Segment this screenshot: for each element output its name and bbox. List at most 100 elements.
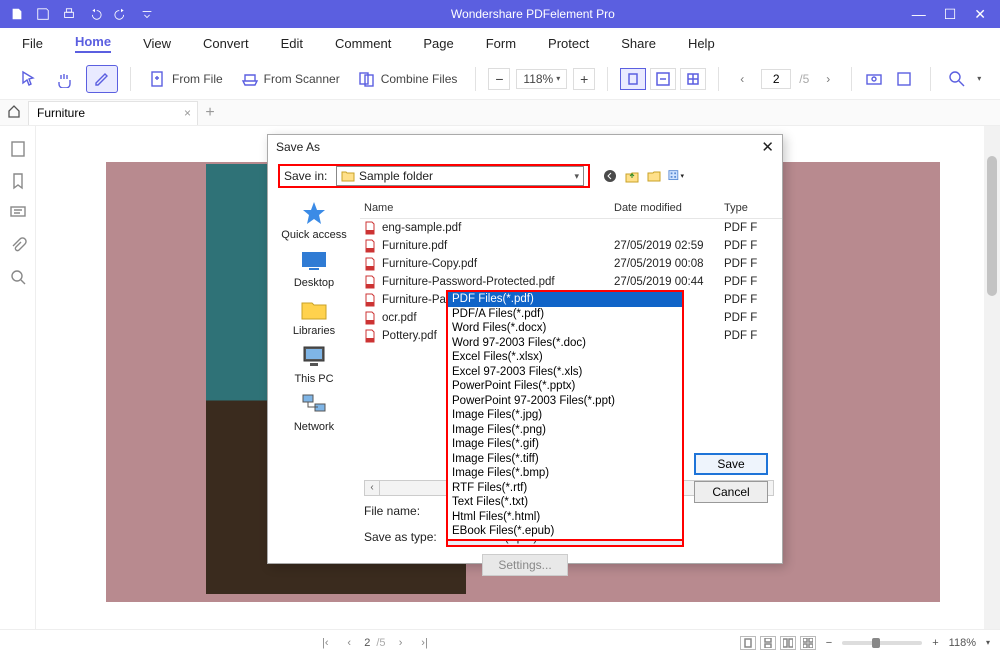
status-zoom-dropdown-icon[interactable]: ▾ <box>986 638 990 647</box>
comments-icon[interactable] <box>9 204 27 222</box>
minimize-button[interactable]: — <box>912 7 926 21</box>
document-tab[interactable]: Furniture × <box>28 101 198 125</box>
vertical-scrollbar[interactable] <box>984 126 1000 629</box>
tab-home-icon[interactable] <box>0 104 28 121</box>
settings-button[interactable]: Settings... <box>482 554 568 576</box>
save-as-type-dropdown[interactable]: PDF Files(*.pdf)PDF/A Files(*.pdf)Word F… <box>446 290 684 541</box>
menu-home[interactable]: Home <box>75 34 111 53</box>
nav-back-icon[interactable] <box>602 168 618 184</box>
col-name[interactable]: Name <box>364 202 614 214</box>
search-panel-icon[interactable] <box>9 268 27 286</box>
bookmarks-icon[interactable] <box>9 172 27 190</box>
type-option[interactable]: Image Files(*.png) <box>448 423 682 438</box>
hscroll-left[interactable]: ‹ <box>364 480 380 496</box>
type-option[interactable]: PDF Files(*.pdf) <box>448 292 682 307</box>
type-option[interactable]: PowerPoint Files(*.pptx) <box>448 379 682 394</box>
status-zoom-minus[interactable]: − <box>826 637 832 649</box>
type-option[interactable]: PDF/A Files(*.pdf) <box>448 307 682 322</box>
menu-form[interactable]: Form <box>486 36 516 51</box>
actual-size-button[interactable] <box>680 68 706 90</box>
place-this-pc[interactable]: This PC <box>294 343 333 385</box>
menu-view[interactable]: View <box>143 36 171 51</box>
type-option[interactable]: Excel Files(*.xlsx) <box>448 350 682 365</box>
type-option[interactable]: Image Files(*.bmp) <box>448 466 682 481</box>
undo-icon[interactable] <box>88 7 102 21</box>
hand-tool[interactable] <box>50 66 80 92</box>
zoom-out-button[interactable]: − <box>488 68 510 90</box>
nav-view-menu-icon[interactable]: ▾ <box>668 168 684 184</box>
col-type[interactable]: Type <box>724 202 782 214</box>
redo-icon[interactable] <box>114 7 128 21</box>
savein-combo[interactable]: Sample folder ▾ <box>336 166 584 186</box>
single-page-layout[interactable] <box>740 636 756 650</box>
type-option[interactable]: Image Files(*.tiff) <box>448 452 682 467</box>
thumbnails-icon[interactable] <box>9 140 27 158</box>
search-icon[interactable] <box>947 69 967 89</box>
place-network[interactable]: Network <box>294 391 334 433</box>
screenshot-icon[interactable] <box>864 69 884 89</box>
fit-page-button[interactable] <box>620 68 646 90</box>
dialog-close-icon[interactable]: ✕ <box>761 138 774 156</box>
menu-edit[interactable]: Edit <box>281 36 303 51</box>
read-mode-icon[interactable] <box>894 69 914 89</box>
first-page-button[interactable]: |‹ <box>316 637 334 649</box>
from-scanner-button[interactable]: From Scanner <box>235 66 346 92</box>
type-option[interactable]: Text Files(*.txt) <box>448 495 682 510</box>
cancel-button[interactable]: Cancel <box>694 481 768 503</box>
print-icon[interactable] <box>62 7 76 21</box>
place-quick-access[interactable]: Quick access <box>281 199 346 241</box>
page-input[interactable] <box>761 69 791 89</box>
type-option[interactable]: Word Files(*.docx) <box>448 321 682 336</box>
two-page-continuous[interactable] <box>800 636 816 650</box>
nav-new-folder-icon[interactable] <box>646 168 662 184</box>
type-option[interactable]: PowerPoint 97-2003 Files(*.ppt) <box>448 394 682 409</box>
select-tool[interactable] <box>14 66 44 92</box>
menu-comment[interactable]: Comment <box>335 36 391 51</box>
maximize-button[interactable]: ☐ <box>944 7 957 21</box>
place-libraries[interactable]: Libraries <box>293 295 335 337</box>
type-option[interactable]: Word 97-2003 Files(*.doc) <box>448 336 682 351</box>
menu-page[interactable]: Page <box>423 36 453 51</box>
menu-help[interactable]: Help <box>688 36 715 51</box>
menu-convert[interactable]: Convert <box>203 36 249 51</box>
close-button[interactable]: ✕ <box>974 7 986 21</box>
tab-close-icon[interactable]: × <box>184 106 191 120</box>
save-icon[interactable] <box>36 7 50 21</box>
file-row[interactable]: Furniture-Copy.pdf27/05/2019 00:08PDF F <box>360 255 782 273</box>
file-row[interactable]: Furniture.pdf27/05/2019 02:59PDF F <box>360 237 782 255</box>
type-option[interactable]: Image Files(*.jpg) <box>448 408 682 423</box>
file-row[interactable]: Furniture-Password-Protected.pdf27/05/20… <box>360 273 782 291</box>
continuous-layout[interactable] <box>760 636 776 650</box>
next-page-button[interactable]: › <box>817 72 839 86</box>
nav-up-icon[interactable] <box>624 168 640 184</box>
attachments-icon[interactable] <box>9 236 27 254</box>
save-button[interactable]: Save <box>694 453 768 475</box>
fit-width-button[interactable] <box>650 68 676 90</box>
place-desktop[interactable]: Desktop <box>294 247 334 289</box>
zoom-in-button[interactable]: + <box>573 68 595 90</box>
next-page-button-status[interactable]: › <box>392 637 410 649</box>
from-file-button[interactable]: From File <box>143 66 229 92</box>
type-option[interactable]: Html Files(*.html) <box>448 510 682 525</box>
last-page-button[interactable]: ›| <box>416 637 434 649</box>
scrollbar-thumb[interactable] <box>987 156 997 296</box>
col-date[interactable]: Date modified <box>614 202 724 214</box>
type-option[interactable]: EBook Files(*.epub) <box>448 524 682 539</box>
menu-file[interactable]: File <box>22 36 43 51</box>
file-row[interactable]: eng-sample.pdfPDF F <box>360 219 782 237</box>
search-dropdown-icon[interactable]: ▾ <box>977 74 981 83</box>
menu-share[interactable]: Share <box>621 36 656 51</box>
qat-dropdown-icon[interactable] <box>140 7 154 21</box>
combine-files-button[interactable]: Combine Files <box>352 66 464 92</box>
type-option[interactable]: RTF Files(*.rtf) <box>448 481 682 496</box>
type-option[interactable]: Excel 97-2003 Files(*.xls) <box>448 365 682 380</box>
two-page-layout[interactable] <box>780 636 796 650</box>
edit-tool[interactable] <box>86 65 118 93</box>
menu-protect[interactable]: Protect <box>548 36 589 51</box>
zoom-slider[interactable] <box>842 641 922 645</box>
new-tab-button[interactable]: + <box>198 104 222 122</box>
type-option[interactable]: Image Files(*.gif) <box>448 437 682 452</box>
zoom-value[interactable]: 118%▾ <box>516 69 567 89</box>
status-zoom-plus[interactable]: + <box>932 637 938 649</box>
prev-page-button[interactable]: ‹ <box>731 72 753 86</box>
